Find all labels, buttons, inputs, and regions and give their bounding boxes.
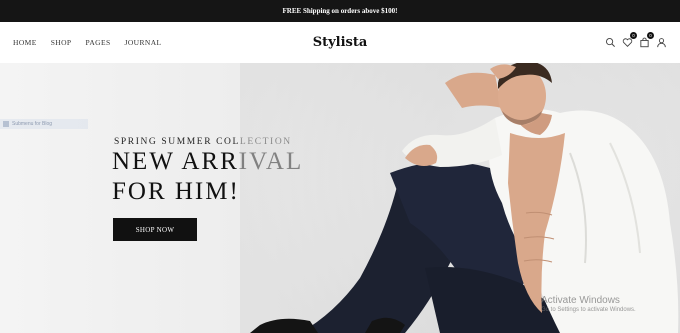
header-icons: 0 0 bbox=[605, 22, 667, 63]
side-submenu-tab[interactable]: Submenu for Blog bbox=[0, 119, 88, 129]
nav-journal[interactable]: JOURNAL bbox=[125, 38, 162, 47]
search-icon[interactable] bbox=[605, 37, 616, 48]
announcement-bar: FREE Shipping on orders above $100! bbox=[0, 0, 680, 22]
nav-home[interactable]: HOME bbox=[13, 38, 37, 47]
heart-icon[interactable]: 0 bbox=[622, 32, 637, 48]
submenu-icon bbox=[3, 121, 9, 127]
hero-banner: Submenu for Blog SPRING SUMMER COLLECTIO… bbox=[0, 63, 680, 333]
bag-icon[interactable]: 0 bbox=[639, 32, 654, 48]
nav-shop[interactable]: SHOP bbox=[51, 38, 72, 47]
site-header: HOME SHOP PAGES JOURNAL Stylista 0 0 bbox=[0, 22, 680, 63]
side-submenu-label: Submenu for Blog bbox=[12, 121, 53, 127]
announcement-text: FREE Shipping on orders above $100! bbox=[282, 7, 398, 15]
watermark-title: Activate Windows bbox=[541, 295, 620, 306]
os-activation-watermark: Activate Windows Go to Settings to activ… bbox=[541, 295, 636, 313]
main-nav: HOME SHOP PAGES JOURNAL bbox=[13, 22, 162, 63]
cart-count-badge: 0 bbox=[647, 32, 654, 39]
hero-model-image bbox=[240, 63, 680, 333]
nav-pages[interactable]: PAGES bbox=[85, 38, 110, 47]
shop-now-button[interactable]: SHOP NOW bbox=[113, 218, 197, 241]
watermark-subtitle: Go to Settings to activate Windows. bbox=[541, 307, 636, 313]
user-icon[interactable] bbox=[656, 37, 667, 48]
wishlist-count-badge: 0 bbox=[630, 32, 637, 39]
site-logo[interactable]: Stylista bbox=[313, 35, 368, 50]
